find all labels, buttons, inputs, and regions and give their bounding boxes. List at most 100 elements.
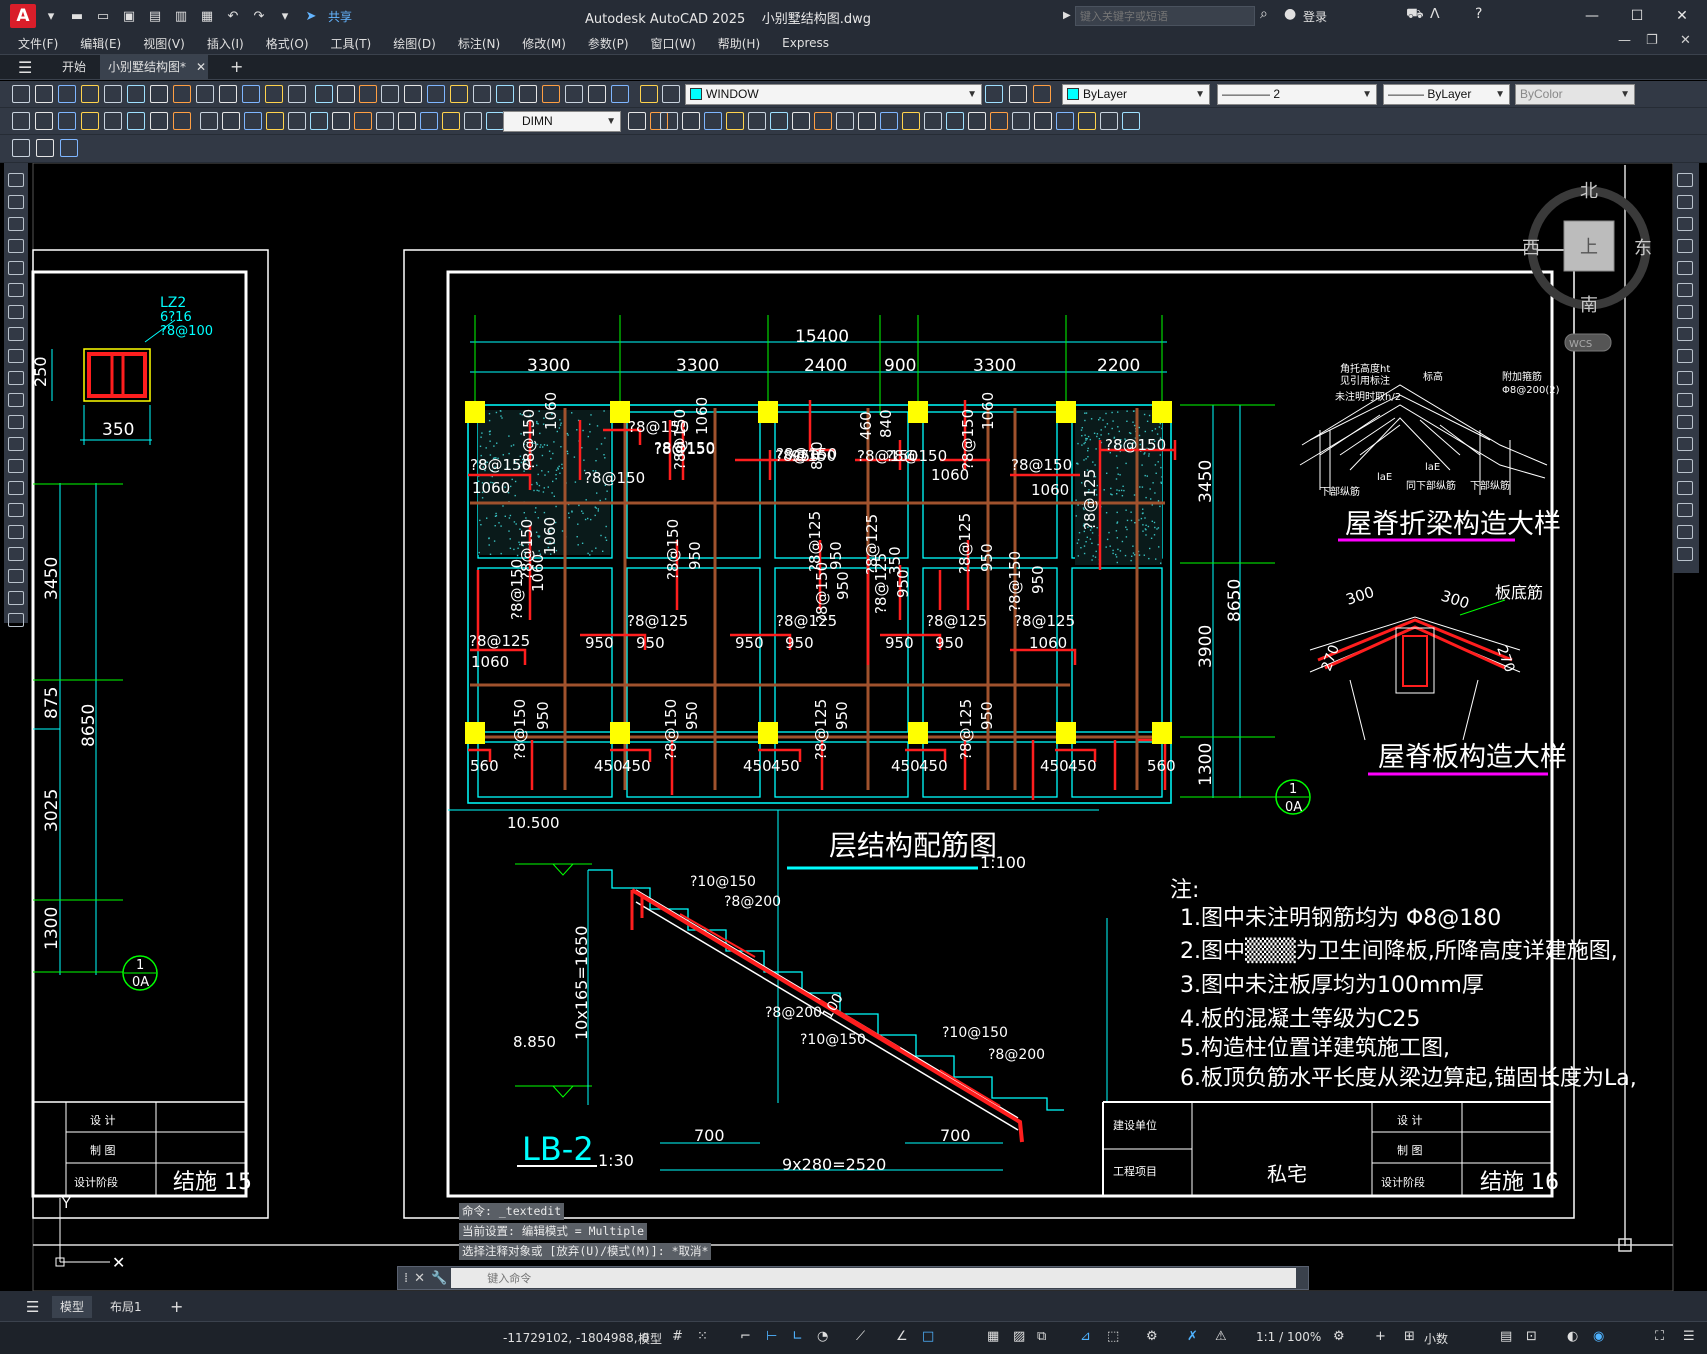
hamburger-menu-icon[interactable]: ☰ xyxy=(18,58,32,77)
transparency-icon[interactable]: ▨ xyxy=(1013,1329,1025,1344)
toolbar-tool-icon[interactable] xyxy=(660,112,678,130)
toolbar-tool-icon[interactable] xyxy=(332,112,350,130)
toolbar-tool-icon[interactable] xyxy=(288,112,306,130)
grip-icon[interactable]: ⁞ xyxy=(404,1271,408,1286)
toolbar-tool-icon[interactable] xyxy=(496,85,514,103)
palette-tool-icon[interactable] xyxy=(1677,261,1693,275)
menu-help[interactable]: 帮助(H) xyxy=(706,35,770,52)
customize-qat-icon[interactable]: ▾ xyxy=(274,6,296,26)
lock-ui-icon[interactable]: ⊡ xyxy=(1526,1329,1537,1344)
lineweight-icon[interactable]: ▦ xyxy=(987,1329,999,1344)
palette-tool-icon[interactable] xyxy=(8,371,24,385)
dimstyle-dropdown[interactable]: DIMN ▼ xyxy=(503,111,621,132)
menu-file[interactable]: 文件(F) xyxy=(6,35,68,52)
toolbar-tool-icon[interactable] xyxy=(104,112,122,130)
palette-tool-icon[interactable] xyxy=(8,173,24,187)
menu-modify[interactable]: 修改(M) xyxy=(510,35,576,52)
customize-wrench-icon[interactable]: 🔧 xyxy=(431,1271,447,1286)
snap-icon[interactable]: ⁙ xyxy=(697,1329,708,1344)
palette-tool-icon[interactable] xyxy=(1677,547,1693,561)
menu-tools[interactable]: 工具(T) xyxy=(319,35,382,52)
toolbar-tool-icon[interactable] xyxy=(35,112,53,130)
toolbar-tool-icon[interactable] xyxy=(196,85,214,103)
toolbar-tool-icon[interactable] xyxy=(12,112,30,130)
palette-tool-icon[interactable] xyxy=(8,239,24,253)
menu-draw[interactable]: 绘图(D) xyxy=(381,35,446,52)
open-file-icon[interactable]: ▭ xyxy=(92,6,114,26)
close-button[interactable]: ✕ xyxy=(1662,4,1702,28)
toolbar-tool-icon[interactable] xyxy=(968,112,986,130)
customize-menu-icon[interactable]: ☰ xyxy=(1683,1329,1695,1344)
palette-tool-icon[interactable] xyxy=(8,415,24,429)
palette-tool-icon[interactable] xyxy=(8,217,24,231)
share-icon[interactable]: ➤ xyxy=(300,6,322,26)
toolbar-tool-icon[interactable] xyxy=(924,112,942,130)
toolbar-tool-icon[interactable] xyxy=(704,112,722,130)
auto-scale-icon[interactable]: ⚠ xyxy=(1215,1329,1227,1344)
units-dropdown[interactable]: 小数 xyxy=(1424,1330,1448,1347)
toolbar-tool-icon[interactable] xyxy=(565,85,583,103)
toolbar-tool-icon[interactable] xyxy=(127,85,145,103)
minimize-button[interactable]: — xyxy=(1572,4,1612,28)
palette-tool-icon[interactable] xyxy=(8,393,24,407)
toolbar-tool-icon[interactable] xyxy=(770,112,788,130)
palette-tool-icon[interactable] xyxy=(8,327,24,341)
toolbar-tool-icon[interactable] xyxy=(420,112,438,130)
layer-dropdown[interactable]: WINDOW ▼ xyxy=(685,84,982,105)
doc-close-button[interactable]: ✕ xyxy=(1680,33,1691,48)
toolbar-tool-icon[interactable] xyxy=(12,85,30,103)
quick-properties-icon[interactable]: ▤ xyxy=(1500,1329,1512,1344)
toolbar-tool-icon[interactable] xyxy=(1034,112,1052,130)
toolbar-tool-icon[interactable] xyxy=(427,85,445,103)
toolbar-tool-icon[interactable] xyxy=(58,112,76,130)
palette-tool-icon[interactable] xyxy=(1677,393,1693,407)
palette-tool-icon[interactable] xyxy=(8,569,24,583)
toolbar-tool-icon[interactable] xyxy=(173,112,191,130)
save-as-icon[interactable]: ▤ xyxy=(144,6,166,26)
menu-express[interactable]: Express xyxy=(770,36,839,50)
palette-tool-icon[interactable] xyxy=(8,437,24,451)
toolbar-tool-icon[interactable] xyxy=(222,112,240,130)
palette-tool-icon[interactable] xyxy=(1677,371,1693,385)
toolbar-tool-icon[interactable] xyxy=(1033,85,1051,103)
menu-dimension[interactable]: 标注(N) xyxy=(446,35,510,52)
toolbar-tool-icon[interactable] xyxy=(640,85,658,103)
isodraft-icon[interactable]: ⟋ xyxy=(856,1329,865,1344)
login-button[interactable]: 登录 xyxy=(1303,8,1327,25)
drawing-canvas[interactable]: LZ2 6?16 ?8@100 250 350 3450 875 8650 30… xyxy=(0,163,1707,1291)
toolbar-tool-icon[interactable] xyxy=(266,112,284,130)
palette-tool-icon[interactable] xyxy=(1677,437,1693,451)
toolbar-tool-icon[interactable] xyxy=(902,112,920,130)
palette-tool-icon[interactable] xyxy=(1677,459,1693,473)
annotation-monitor-icon[interactable]: ⬚ xyxy=(1107,1329,1119,1344)
search-icon[interactable]: ⌕ xyxy=(1260,6,1268,22)
cart-icon[interactable]: ⛟ xyxy=(1406,6,1424,24)
clean-screen-icon[interactable]: ⛶ xyxy=(1655,1329,1664,1344)
toolbar-tool-icon[interactable] xyxy=(354,112,372,130)
toolbar-tool-icon[interactable] xyxy=(81,85,99,103)
menu-format[interactable]: 格式(O) xyxy=(254,35,319,52)
doc-restore-button[interactable]: ❐ xyxy=(1646,33,1658,48)
toolbar-tool-icon[interactable] xyxy=(1056,112,1074,130)
palette-tool-icon[interactable] xyxy=(1677,327,1693,341)
toolbar-tool-icon[interactable] xyxy=(450,85,468,103)
toolbar-tool-icon[interactable] xyxy=(265,85,283,103)
polar-tracking-icon[interactable]: ◔ xyxy=(817,1329,828,1344)
toolbar-tool-icon[interactable] xyxy=(376,112,394,130)
toolbar-tool-icon[interactable] xyxy=(748,112,766,130)
cad-drawing[interactable]: LZ2 6?16 ?8@100 250 350 3450 875 8650 30… xyxy=(0,163,1707,1291)
palette-tool-icon[interactable] xyxy=(8,503,24,517)
toolbar-tool-icon[interactable] xyxy=(315,85,333,103)
toolbar-tool-icon[interactable] xyxy=(381,85,399,103)
doc-minimize-button[interactable]: — xyxy=(1618,33,1631,48)
color-dropdown[interactable]: ByLayer ▼ xyxy=(1062,84,1210,105)
workspace-gear-icon[interactable]: ⚙ xyxy=(1333,1329,1345,1344)
toolbar-tool-icon[interactable] xyxy=(104,85,122,103)
palette-tool-icon[interactable] xyxy=(1677,349,1693,363)
tab-start[interactable]: 开始 xyxy=(54,55,94,79)
expand-arrow-icon[interactable]: ▶ xyxy=(1063,10,1071,21)
menu-edit[interactable]: 编辑(E) xyxy=(68,35,131,52)
palette-tool-icon[interactable] xyxy=(8,547,24,561)
toolbar-tool-icon[interactable] xyxy=(127,112,145,130)
palette-tool-icon[interactable] xyxy=(8,525,24,539)
